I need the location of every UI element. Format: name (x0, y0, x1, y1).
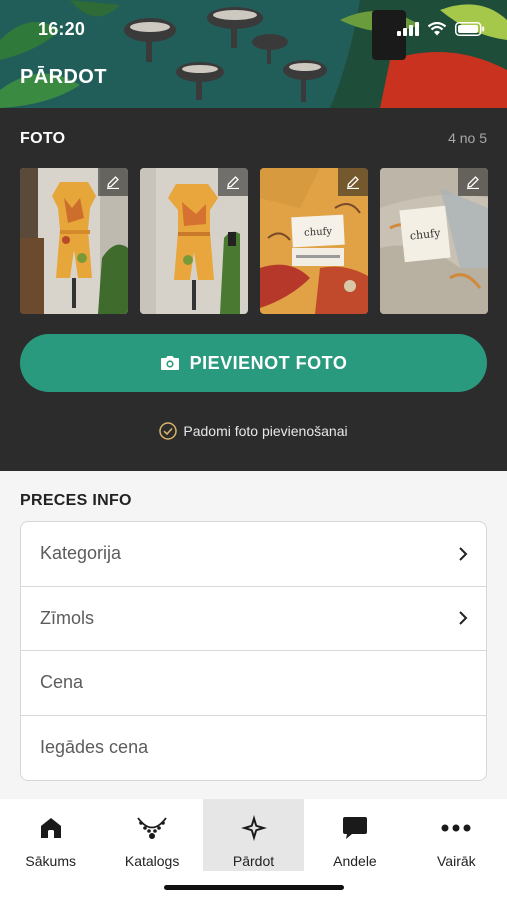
pencil-icon (347, 176, 359, 189)
wifi-icon (427, 22, 447, 36)
header-banner: 16:20 PĀRDOT (0, 0, 507, 108)
photo-tips-link[interactable]: Padomi foto pievienošanai (0, 422, 507, 440)
svg-text:chufy: chufy (304, 226, 333, 238)
bottom-navigation: Sākums Katalogs Pārdot Andele Vairāk (0, 799, 507, 900)
edit-photo-button[interactable] (98, 168, 128, 196)
chevron-right-icon (459, 547, 468, 561)
product-info-title: PRECES INFO (20, 492, 132, 509)
brand-label: Zīmols (40, 607, 94, 628)
chat-bubble-icon (342, 817, 367, 839)
nav-label-andele: Andele (333, 853, 377, 869)
edit-photo-button[interactable] (218, 168, 248, 196)
nav-label-catalog: Katalogs (124, 853, 180, 869)
nav-item-home[interactable]: Sākums (0, 799, 101, 871)
edit-photo-button[interactable] (458, 168, 488, 196)
price-label: Cena (40, 672, 84, 693)
nav-item-andele[interactable]: Andele (304, 799, 405, 871)
nav-label-home: Sākums (25, 853, 76, 869)
camera-icon (160, 356, 179, 370)
status-icons (397, 22, 485, 36)
nav-label-sell: Pārdot (232, 853, 275, 869)
status-bar: 16:20 (0, 0, 507, 56)
category-field[interactable]: Kategorija (21, 522, 486, 587)
sparkle-icon (240, 815, 267, 841)
battery-icon (455, 22, 485, 36)
purchase-price-label: Iegādes cena (40, 737, 149, 758)
home-indicator[interactable] (164, 885, 344, 890)
chevron-right-icon (459, 611, 468, 625)
add-photo-label: PIEVIENOT FOTO (189, 352, 348, 373)
photo-thumbnail[interactable] (140, 168, 248, 314)
photo-count: 4 no 5 (448, 130, 487, 146)
signal-icon (397, 22, 419, 36)
add-photo-button[interactable]: PIEVIENOT FOTO (20, 334, 487, 392)
brand-field[interactable]: Zīmols (21, 587, 486, 651)
product-info-list: Kategorija Zīmols Cena Iegādes cena (20, 521, 487, 781)
nav-item-catalog[interactable]: Katalogs (101, 799, 202, 871)
more-dots-icon (441, 824, 471, 832)
photo-thumbnail[interactable] (20, 168, 128, 314)
product-info-section: PRECES INFO Kategorija Zīmols Cena Iegād… (0, 471, 507, 799)
edit-photo-button[interactable] (338, 168, 368, 196)
category-label: Kategorija (40, 543, 122, 564)
price-field[interactable]: Cena (21, 651, 486, 716)
pencil-icon (467, 176, 479, 189)
photo-thumbnail[interactable]: chufy (260, 168, 368, 314)
photo-section: FOTO 4 no 5 chufy chufy PIEVIENOT FOTO P… (0, 108, 507, 471)
purchase-price-field[interactable]: Iegādes cena (21, 716, 486, 781)
pencil-icon (107, 176, 119, 189)
pencil-icon (227, 176, 239, 189)
status-time: 16:20 (38, 19, 86, 39)
nav-item-more[interactable]: Vairāk (406, 799, 507, 871)
home-icon (40, 818, 61, 838)
check-circle-icon (159, 422, 178, 440)
nav-label-more: Vairāk (437, 853, 476, 869)
photo-thumbnail[interactable]: chufy (380, 168, 488, 314)
nav-item-sell[interactable]: Pārdot (202, 799, 305, 871)
photo-tips-text: Padomi foto pievienošanai (183, 423, 348, 439)
necklace-icon (137, 817, 167, 839)
photo-thumbnails: chufy chufy (20, 168, 488, 314)
photo-section-label: FOTO (20, 130, 66, 147)
page-title: PĀRDOT (20, 66, 107, 88)
